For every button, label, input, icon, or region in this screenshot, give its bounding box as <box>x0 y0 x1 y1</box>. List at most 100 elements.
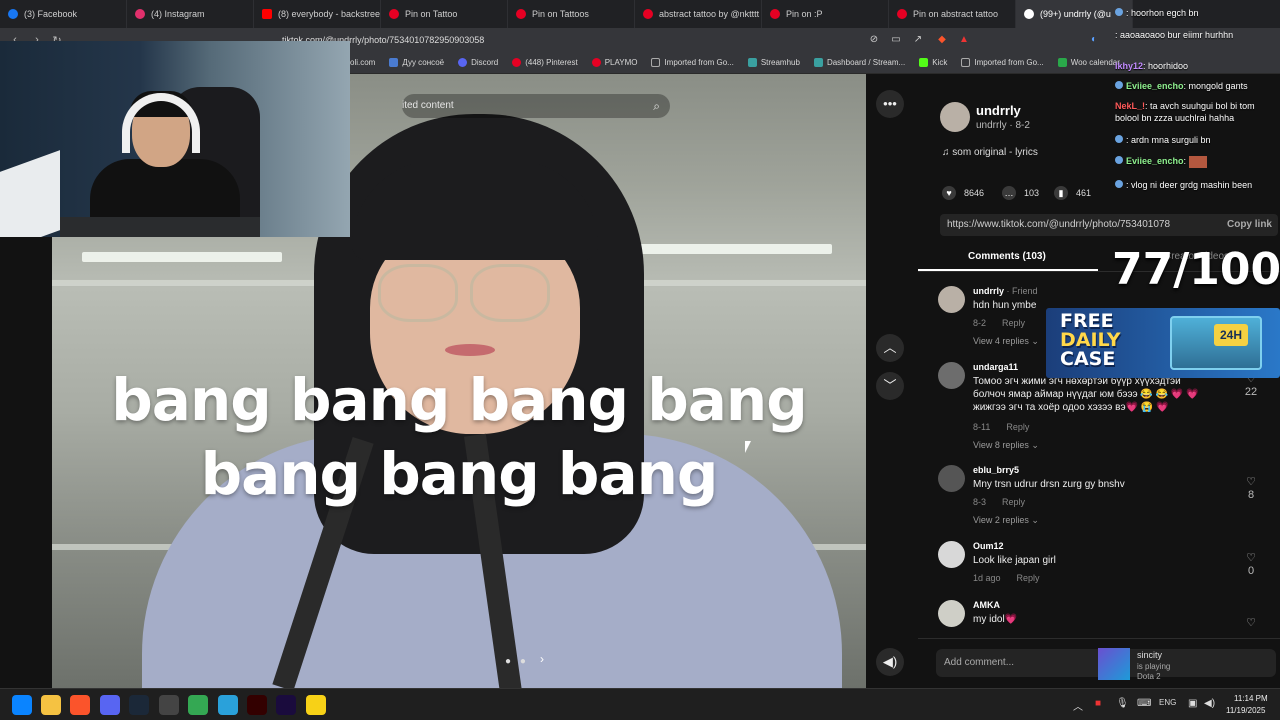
reply-button[interactable]: Reply <box>1002 318 1025 328</box>
tab-instagram[interactable]: (4) Instagram <box>127 0 254 28</box>
telegram-icon[interactable] <box>218 695 238 715</box>
bookmark-item[interactable]: PLAYMO <box>591 58 637 67</box>
volume-icon[interactable]: ◀) <box>1204 698 1215 709</box>
tab-pinterest-5[interactable]: Pin on abstract tattoo <box>889 0 1016 28</box>
search-input[interactable]: ited content ⌕ <box>402 94 670 118</box>
comment-username[interactable]: undarga11 <box>973 362 1018 372</box>
photo-caption-line: bang bang bang <box>200 440 719 508</box>
bookmark-item[interactable]: Imported from Go... <box>961 58 1044 67</box>
brave-icon[interactable] <box>70 695 90 715</box>
heart-icon: ♥ <box>942 186 956 200</box>
bookmark-item[interactable]: Kick <box>919 58 947 67</box>
avatar[interactable] <box>938 600 965 627</box>
avatar[interactable] <box>940 102 970 132</box>
heart-icon[interactable]: ♡ <box>1244 616 1258 629</box>
chat-message: Eviiee_encho: mongold gants <box>1115 80 1277 92</box>
pinterest-icon <box>770 9 780 19</box>
volume-icon[interactable]: ◀) <box>876 648 904 676</box>
tab-pinterest-1[interactable]: Pin on Tattoo <box>381 0 508 28</box>
clock-date[interactable]: 11/19/2025 <box>1226 706 1265 715</box>
view-replies-button[interactable]: View 8 replies ⌄ <box>973 440 1039 451</box>
reply-button[interactable]: Reply <box>1006 422 1029 432</box>
author-handle: undrrly · 8-2 <box>976 120 1030 131</box>
avatar[interactable] <box>938 541 965 568</box>
chevron-down-icon[interactable]: ﹀ <box>876 372 904 400</box>
verified-badge-icon <box>1115 180 1123 188</box>
comment-text: my idol💗 <box>973 614 1018 625</box>
avatar[interactable] <box>938 286 965 313</box>
heart-icon[interactable]: ♡ <box>1244 475 1258 488</box>
search-icon[interactable]: ⌕ <box>653 94 660 118</box>
microphone-icon[interactable]: 🎙 <box>1116 698 1129 709</box>
bookmark-item[interactable]: Streamhub <box>747 58 800 67</box>
comment-meta: 8-11 Reply <box>973 422 1030 432</box>
bookmark-item[interactable]: Dashboard / Stream... <box>813 58 905 67</box>
comments-stat[interactable]: … 103 <box>1002 186 1039 200</box>
url-field[interactable]: tiktok.com/@undrrly/photo/75340107829509… <box>262 32 862 48</box>
chrome-icon[interactable] <box>188 695 208 715</box>
steam-icon[interactable] <box>129 695 149 715</box>
reply-button[interactable]: Reply <box>1002 497 1025 507</box>
facebook-icon <box>8 9 18 19</box>
comment-username[interactable]: undrrly · Friend <box>973 286 1038 296</box>
view-replies-button[interactable]: View 2 replies ⌄ <box>973 515 1039 526</box>
brave-rewards-icon[interactable]: ▲ <box>956 32 972 48</box>
screen-cast-icon[interactable]: ▭ <box>888 32 904 48</box>
kick-icon <box>919 58 929 67</box>
brave-shield-icon[interactable]: ◆ <box>934 32 950 48</box>
network-icon[interactable]: ▣ <box>1188 698 1197 709</box>
heart-icon[interactable]: ♡ <box>1244 551 1258 564</box>
tab-pinterest-3[interactable]: abstract tattoo by @nktttt <box>635 0 762 28</box>
premiere-icon[interactable] <box>276 695 296 715</box>
comment-text: Томоо эгч жими эгч нөхөртэй бүүр хүүхэдт… <box>973 376 1199 413</box>
more-options-icon[interactable]: ••• <box>876 90 904 118</box>
chevron-up-icon[interactable]: ︿ <box>876 334 904 362</box>
verified-badge-icon <box>1115 81 1123 89</box>
youtube-icon <box>262 9 272 19</box>
avatar[interactable] <box>938 465 965 492</box>
comment-meta: 8-3 Reply <box>973 497 1026 507</box>
comment-username[interactable]: Oum12 <box>973 541 1004 551</box>
folder-icon <box>961 58 971 67</box>
free-daily-case-banner[interactable]: FREE DAILY CASE 24H <box>1046 308 1280 378</box>
bookmark-item[interactable]: oli.com <box>350 58 375 67</box>
bookmark-item[interactable]: Дуу сонсоё <box>389 58 444 67</box>
share-icon[interactable]: ↗ <box>910 32 926 48</box>
bookmark-item[interactable]: Discord <box>458 58 498 67</box>
chevron-right-icon[interactable]: › <box>540 652 544 666</box>
chevron-up-icon[interactable]: ︿ <box>1073 698 1083 713</box>
train-light <box>82 252 282 262</box>
tab-facebook[interactable]: (3) Facebook <box>0 0 127 28</box>
language-indicator[interactable]: ENG <box>1159 698 1176 707</box>
tab-comments[interactable]: Comments (103) <box>968 251 1046 262</box>
activity-user: sincity <box>1137 650 1163 660</box>
extension-icon[interactable]: ◐ <box>1086 32 1102 48</box>
comment-username[interactable]: AMKA <box>973 600 1000 610</box>
author-username[interactable]: undrrly <box>976 103 1021 118</box>
calendar-icon <box>1057 58 1067 67</box>
illustrator-icon[interactable] <box>247 695 267 715</box>
avatar[interactable] <box>938 362 965 389</box>
verified-badge-icon <box>1115 156 1123 164</box>
tab-youtube[interactable]: (8) everybody - backstreet <box>254 0 381 28</box>
reply-button[interactable]: Reply <box>1017 573 1040 583</box>
clock-time[interactable]: 11:14 PM <box>1234 694 1268 703</box>
obs-icon[interactable] <box>159 695 179 715</box>
music-label[interactable]: ♫ som original - lyrics <box>942 147 1038 158</box>
eye-off-icon[interactable]: ⊘ <box>866 32 882 48</box>
saves-stat[interactable]: ▮ 461 <box>1054 186 1091 200</box>
sticky-notes-icon[interactable] <box>306 695 326 715</box>
file-explorer-icon[interactable] <box>41 695 61 715</box>
windows-start-icon[interactable] <box>12 695 32 715</box>
discord-icon[interactable] <box>100 695 120 715</box>
keyboard-icon[interactable]: ⌨ <box>1137 698 1151 709</box>
bookmark-item[interactable]: (448) Pinterest <box>512 58 578 67</box>
app-tray-icon[interactable]: ■ <box>1095 698 1101 709</box>
bookmark-item[interactable]: Imported from Go... <box>651 58 734 67</box>
likes-stat[interactable]: ♥ 8646 <box>942 186 984 200</box>
tab-pinterest-4[interactable]: Pin on :P <box>762 0 889 28</box>
bookmark-icon <box>389 58 399 67</box>
view-replies-button[interactable]: View 4 replies ⌄ <box>973 336 1039 347</box>
comment-username[interactable]: eblu_brry5 <box>973 465 1019 475</box>
tab-pinterest-2[interactable]: Pin on Tattoos <box>508 0 635 28</box>
